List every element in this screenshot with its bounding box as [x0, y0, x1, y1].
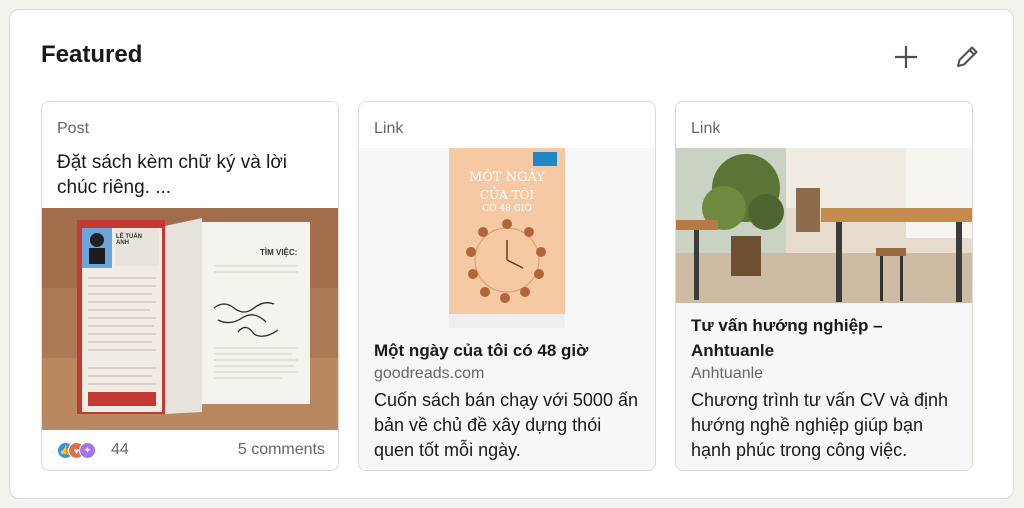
link-thumbnail [676, 148, 972, 303]
featured-section: Featured Post Đặt sách kèm chữ ký và lời… [9, 9, 1014, 499]
book-cover-name: LÊ TUẤN ANH [116, 234, 142, 246]
featured-link-card[interactable]: Link Tư vấn hướng nghiệp – Anhtuanle Anh… [675, 101, 973, 471]
featured-post-card[interactable]: Post Đặt sách kèm chữ ký và lời chúc riê… [41, 101, 339, 471]
link-source: goodreads.com [374, 365, 485, 382]
featured-link-card[interactable]: Link MỘT NGÀY CỦA TÔI CÓ 48 GIỜ Một ngày… [358, 101, 656, 471]
plus-icon [895, 46, 917, 68]
link-description: Chương trình tư vấn CV và định hướng ngh… [691, 390, 949, 460]
card-type-label: Link [374, 120, 404, 137]
link-thumbnail: MỘT NGÀY CỦA TÔI CÓ 48 GIỜ [359, 148, 655, 328]
post-social-bar: 👍 ♥ ✦ 44 5 comments [42, 430, 338, 470]
card-type-label: Post [57, 120, 90, 137]
edit-featured-button[interactable] [947, 37, 987, 77]
signed-book-illustration [42, 208, 338, 430]
pencil-icon [957, 46, 978, 67]
section-title: Featured [41, 41, 143, 68]
cafe-interior-image [676, 148, 972, 303]
post-text: Đặt sách kèm chữ ký và lời chúc riêng. .… [57, 152, 288, 198]
book-title-bot: CÓ 48 GIỜ [482, 204, 532, 214]
post-image[interactable]: LÊ TUẤN ANH TÌM VIỆC: [42, 208, 338, 430]
reactions-summary[interactable]: 👍 ♥ ✦ [57, 440, 105, 462]
link-body: Tư vấn hướng nghiệp – Anhtuanle Anhtuanl… [676, 303, 972, 470]
book-inner-title: TÌM VIỆC: [260, 248, 298, 257]
link-body: Một ngày của tôi có 48 giờ goodreads.com… [359, 328, 655, 470]
link-source: Anhtuanle [691, 365, 764, 382]
book-title-top: MỘT NGÀY [469, 170, 545, 185]
link-title[interactable]: Tư vấn hướng nghiệp – Anhtuanle [691, 313, 961, 363]
book-title-mid: CỦA TÔI [479, 188, 535, 202]
link-description: Cuốn sách bán chạy với 5000 ấn bản về ch… [374, 390, 638, 460]
book-cover-image: MỘT NGÀY CỦA TÔI CÓ 48 GIỜ [449, 148, 565, 328]
support-reaction-icon: ✦ [79, 442, 96, 459]
reaction-count[interactable]: 44 [111, 441, 129, 459]
link-title[interactable]: Một ngày của tôi có 48 giờ [374, 338, 644, 363]
card-type-label: Link [691, 120, 721, 137]
comments-count[interactable]: 5 comments [238, 441, 325, 459]
add-featured-button[interactable] [886, 37, 926, 77]
